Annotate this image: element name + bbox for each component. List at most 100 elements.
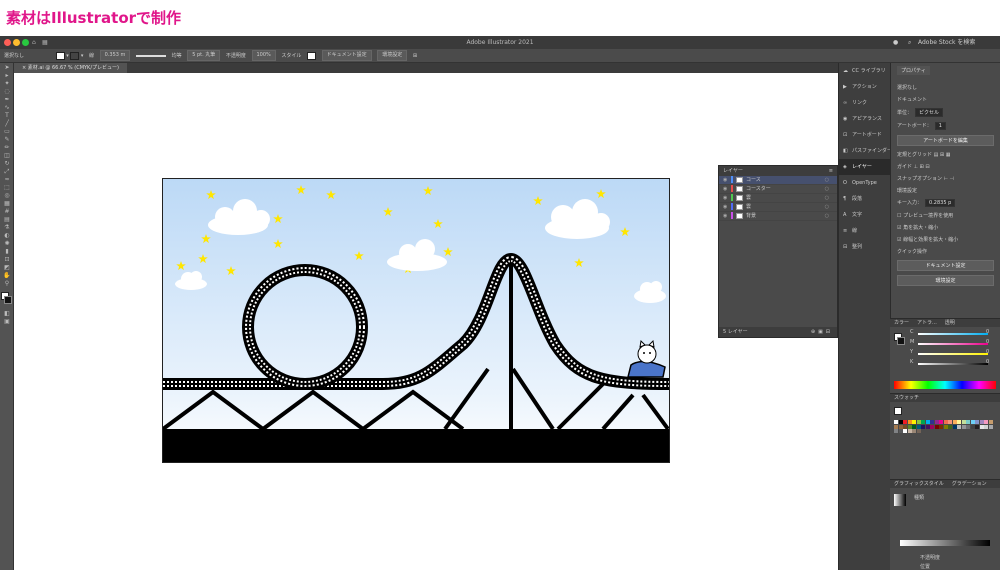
- swatch-grid[interactable]: [894, 420, 996, 434]
- magenta-value[interactable]: 0: [986, 339, 989, 345]
- swatch[interactable]: [907, 420, 912, 424]
- workspace-icon[interactable]: ▦: [42, 36, 48, 49]
- opacity-field[interactable]: 100%: [251, 50, 276, 61]
- swatch[interactable]: [903, 420, 907, 424]
- black-value[interactable]: 0: [986, 359, 989, 365]
- swatch[interactable]: [898, 429, 903, 433]
- panel-strip-item-actions[interactable]: ▶ アクション: [839, 79, 890, 95]
- artboard[interactable]: [162, 178, 670, 463]
- gradient-tab[interactable]: グラデーション: [952, 481, 987, 487]
- edit-artboard-button[interactable]: アートボードを編集: [897, 135, 994, 146]
- swatch[interactable]: [907, 424, 912, 429]
- style-swatch[interactable]: [307, 51, 316, 60]
- swatch[interactable]: [903, 424, 907, 429]
- stock-search-input[interactable]: Adobe Stock を検索: [918, 36, 975, 49]
- swatch[interactable]: [988, 420, 993, 424]
- mesh-tool-icon[interactable]: #: [3, 209, 11, 215]
- hand-tool-icon[interactable]: ✋: [3, 273, 11, 279]
- color-guide-tab[interactable]: アトラ...: [917, 320, 937, 326]
- screen-mode-icon[interactable]: ▣: [3, 319, 11, 325]
- stroke-box[interactable]: [4, 296, 12, 304]
- shape-builder-tool-icon[interactable]: ◎: [3, 193, 11, 199]
- yellow-slider[interactable]: [918, 353, 988, 355]
- panel-strip-item-artboards[interactable]: ⊡ アートボード: [839, 127, 890, 143]
- free-transform-tool-icon[interactable]: ⬚: [3, 185, 11, 191]
- key-input-field[interactable]: 0.2835 p: [925, 199, 956, 207]
- swatch[interactable]: [952, 420, 957, 424]
- zoom-window-button[interactable]: [22, 39, 29, 46]
- panel-strip-item-align[interactable]: ⊟ 整列: [839, 239, 890, 255]
- visibility-icon[interactable]: ◉: [723, 194, 731, 203]
- layers-tab[interactable]: レイヤー: [723, 168, 743, 174]
- transparency-tab[interactable]: 透明: [945, 320, 955, 326]
- yellow-value[interactable]: 0: [986, 349, 989, 355]
- panel-strip-item-paragraph[interactable]: ¶ 段落: [839, 191, 890, 207]
- swatch[interactable]: [966, 420, 970, 424]
- panel-strip-item-links[interactable]: ∞ リンク: [839, 95, 890, 111]
- cyan-value[interactable]: 0: [986, 329, 989, 335]
- swatches-tab[interactable]: スウォッチ: [894, 395, 919, 401]
- swatch[interactable]: [984, 420, 988, 424]
- type-tool-icon[interactable]: T: [3, 113, 11, 119]
- swatch[interactable]: [970, 424, 975, 429]
- layer-row[interactable]: ◉ 背景 ○: [719, 212, 837, 221]
- swatch[interactable]: [948, 424, 952, 429]
- swatch[interactable]: [930, 424, 934, 429]
- fill-stroke-widget[interactable]: [0, 291, 13, 309]
- swatch[interactable]: [898, 424, 903, 429]
- guide-icon[interactable]: ⊥ ⊞ ⊟: [914, 164, 930, 170]
- swatch[interactable]: [907, 429, 912, 433]
- layer-row[interactable]: ◉ 雲 ○: [719, 203, 837, 212]
- curvature-tool-icon[interactable]: ∿: [3, 105, 11, 111]
- swatch[interactable]: [975, 420, 979, 424]
- preferences-panel-button[interactable]: 環境設定: [897, 275, 994, 286]
- eyedropper-tool-icon[interactable]: ⚗: [3, 225, 11, 231]
- swatch[interactable]: [912, 429, 916, 433]
- layer-actions-icon[interactable]: ⊕▣⊟: [811, 327, 833, 337]
- visibility-icon[interactable]: ◉: [723, 176, 731, 185]
- panel-menu-icon[interactable]: ≡: [829, 166, 833, 176]
- document-tab[interactable]: × 素材.ai @ 66.67 % (CMYK/プレビュー): [14, 63, 127, 73]
- swatch[interactable]: [930, 420, 934, 424]
- minimize-window-button[interactable]: [13, 39, 20, 46]
- line-tool-icon[interactable]: ╱: [3, 121, 11, 127]
- lasso-tool-icon[interactable]: ◌: [3, 89, 11, 95]
- swatch[interactable]: [961, 420, 966, 424]
- gradient-tool-icon[interactable]: ▤: [3, 217, 11, 223]
- panel-strip-item-character[interactable]: A 文字: [839, 207, 890, 223]
- eraser-tool-icon[interactable]: ◫: [3, 153, 11, 159]
- scale-tool-icon[interactable]: ⤢: [3, 169, 11, 175]
- checkbox-checked-icon[interactable]: ☑: [897, 237, 901, 243]
- preferences-button[interactable]: 環境設定: [377, 50, 408, 61]
- fill-swatch[interactable]: [55, 51, 65, 60]
- swatch[interactable]: [952, 424, 957, 429]
- swatch[interactable]: [979, 420, 984, 424]
- swatch[interactable]: [970, 420, 975, 424]
- snap-icon[interactable]: ⊢ ⊣: [944, 176, 954, 182]
- graph-tool-icon[interactable]: ▮: [3, 249, 11, 255]
- layer-row[interactable]: ◉ コースター ○: [719, 185, 837, 194]
- graphic-styles-tab[interactable]: グラフィックスタイル: [894, 481, 944, 487]
- slice-tool-icon[interactable]: ◩: [3, 265, 11, 271]
- color-stroke-box[interactable]: [897, 337, 905, 345]
- stroke-weight-field[interactable]: 0.353 m: [99, 50, 131, 61]
- document-setup-panel-button[interactable]: ドキュメント設定: [897, 260, 994, 271]
- swatch[interactable]: [894, 424, 898, 429]
- magic-wand-tool-icon[interactable]: ✦: [3, 81, 11, 87]
- swatch[interactable]: [948, 420, 952, 424]
- visibility-icon[interactable]: ◉: [723, 185, 731, 194]
- swatch-fill-box[interactable]: [894, 407, 902, 415]
- swatch[interactable]: [939, 424, 943, 429]
- swatch[interactable]: [912, 420, 916, 424]
- checkbox-checked-icon[interactable]: ☑: [897, 225, 901, 231]
- panel-strip-item-pathfinder[interactable]: ◧ パスファインダー: [839, 143, 892, 159]
- panel-strip-item-opentype[interactable]: O OpenType: [839, 175, 890, 191]
- width-tool-icon[interactable]: ≈: [3, 177, 11, 183]
- artboard-tool-icon[interactable]: ⊡: [3, 257, 11, 263]
- panel-strip-item-appearance[interactable]: ◉ アピアランス: [839, 111, 890, 127]
- brush-label[interactable]: 均等: [172, 49, 182, 62]
- direct-selection-tool-icon[interactable]: ▸: [3, 73, 11, 79]
- properties-tab[interactable]: プロパティ: [897, 66, 930, 75]
- swatch[interactable]: [921, 424, 925, 429]
- home-icon[interactable]: ⌂: [32, 36, 36, 49]
